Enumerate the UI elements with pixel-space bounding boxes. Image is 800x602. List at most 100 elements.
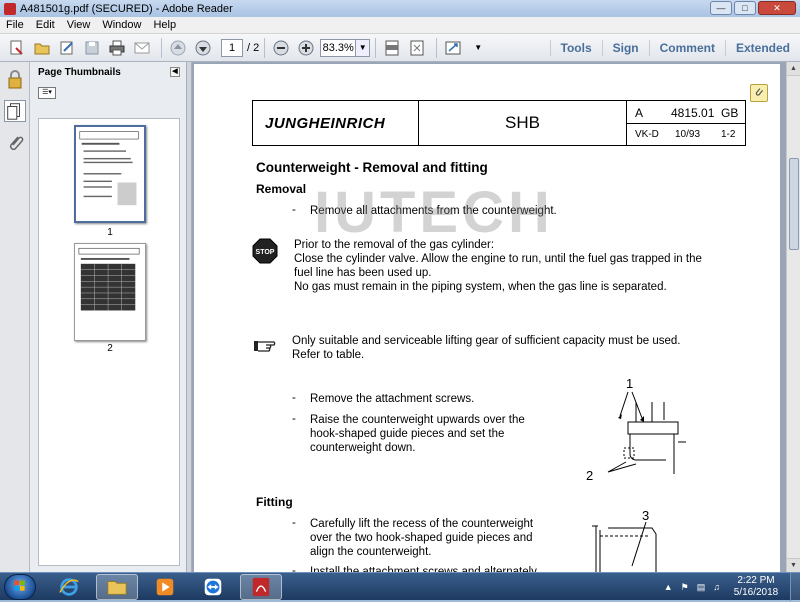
thumbnail-label-2: 2 <box>107 343 113 354</box>
step-raise-line-2: hook-shaped guide pieces and set the <box>310 428 505 440</box>
title-bar: A481501g.pdf (SECURED) - Adobe Reader — … <box>0 0 800 17</box>
teamviewer-icon <box>204 578 222 596</box>
clock-time: 2:22 PM <box>737 575 775 586</box>
options-menu-icon[interactable]: ☰▾ <box>38 87 56 99</box>
previous-page-button[interactable] <box>167 38 189 58</box>
printer-icon <box>109 40 125 55</box>
email-button[interactable] <box>131 38 153 58</box>
zoom-out-button[interactable] <box>270 38 292 58</box>
toolbar-separator <box>161 37 162 58</box>
tray-overflow-icon[interactable]: ▲ <box>664 582 673 592</box>
save-disk-icon <box>85 41 99 54</box>
show-desktop-button[interactable] <box>790 573 800 601</box>
page-total: / 2 <box>247 41 260 54</box>
fit-page-button[interactable] <box>406 38 428 58</box>
toolbar-options-button[interactable]: ▼ <box>467 38 489 58</box>
next-page-button[interactable] <box>192 38 214 58</box>
scroll-thumb[interactable] <box>789 158 799 250</box>
fullscreen-button[interactable] <box>442 38 464 58</box>
figure-label-3: 3 <box>642 508 649 523</box>
edit-button[interactable] <box>56 38 78 58</box>
note-line-1: Only suitable and serviceable lifting ge… <box>292 335 681 347</box>
bullet-dash: - <box>292 204 296 216</box>
page-thumbnails-panel: Page Thumbnails ◀ ☰▾ 1 2 <box>30 62 186 572</box>
document-revision: 1-2 <box>721 129 736 140</box>
clock[interactable]: 2:22 PM 5/16/2018 <box>728 575 784 599</box>
folder-icon <box>107 581 127 595</box>
thumbnail-label-1: 1 <box>107 227 113 238</box>
stop-line-4: No gas must remain in the piping system,… <box>294 281 667 293</box>
step-raise-line-3: counterweight down. <box>310 442 416 454</box>
menu-help[interactable]: Help <box>153 19 176 31</box>
zoom-dropdown-icon[interactable]: ▼ <box>356 38 371 57</box>
close-button[interactable]: ✕ <box>758 1 796 15</box>
window-title: A481501g.pdf (SECURED) - Adobe Reader <box>20 2 233 15</box>
minimize-button[interactable]: — <box>710 1 732 15</box>
thumbnail-page-1[interactable] <box>74 125 146 223</box>
page-number-input[interactable]: 1 <box>221 38 243 57</box>
extended-link[interactable]: Extended <box>724 40 800 56</box>
document-code-row: A 4815.01 GB <box>627 101 745 124</box>
taskbar-adobe-reader[interactable] <box>240 574 282 600</box>
open-button[interactable] <box>31 38 53 58</box>
step-raise-line-1: Raise the counterweight upwards over the <box>310 414 525 426</box>
arrow-down-icon <box>195 40 211 55</box>
step-lift-line-2: over the two hook-shaped guide pieces an… <box>310 532 533 544</box>
vertical-scrollbar[interactable]: ▲ ▼ <box>786 62 800 572</box>
comment-link[interactable]: Comment <box>648 40 725 56</box>
action-center-flag-icon[interactable]: ⚑ <box>681 582 689 593</box>
sign-link[interactable]: Sign <box>601 40 649 56</box>
fit-width-button[interactable] <box>381 38 403 58</box>
arrow-up-icon <box>170 40 186 55</box>
removal-heading: Removal <box>256 182 307 196</box>
step-lift-line-1: Carefully lift the recess of the counter… <box>310 518 534 530</box>
taskbar-file-explorer[interactable] <box>96 574 138 600</box>
network-icon[interactable]: ▤ <box>697 582 706 593</box>
start-button[interactable] <box>4 574 36 600</box>
panel-header: Page Thumbnails ◀ <box>30 62 186 82</box>
lock-icon[interactable] <box>4 68 26 90</box>
zoom-level-input[interactable]: 83.3% <box>320 38 357 57</box>
thumbnail-page-2[interactable] <box>74 243 146 341</box>
tools-link[interactable]: Tools <box>549 40 602 56</box>
thumbnail-options: ☰▾ <box>30 82 186 104</box>
taskbar-media-player[interactable] <box>144 574 186 600</box>
taskbar-teamviewer[interactable] <box>192 574 234 600</box>
print-button[interactable] <box>106 38 128 58</box>
scroll-up-icon[interactable]: ▲ <box>787 62 800 76</box>
toolbar-separator <box>436 37 438 58</box>
vk-code: VK-D <box>635 129 659 140</box>
document-date: 10/93 <box>675 129 701 140</box>
zoom-in-button[interactable] <box>295 38 317 58</box>
step-remove-screws: Remove the attachment screws. <box>310 393 475 405</box>
toolbar-separator <box>264 37 266 58</box>
attachments-paperclip-icon[interactable] <box>4 132 26 154</box>
pointing-hand-icon <box>254 341 276 352</box>
fit-page-icon <box>410 40 424 55</box>
fitting-heading: Fitting <box>256 495 293 509</box>
create-pdf-button[interactable] <box>6 38 28 58</box>
taskbar-internet-explorer[interactable] <box>48 574 90 600</box>
task-pane-links: Tools Sign Comment Extended <box>549 34 800 62</box>
adobe-reader-icon <box>252 577 270 597</box>
menu-edit[interactable]: Edit <box>36 19 55 31</box>
menu-view[interactable]: View <box>67 19 91 31</box>
page-thumbnails-icon[interactable] <box>3 100 26 122</box>
maximize-button[interactable]: □ <box>734 1 756 15</box>
volume-icon[interactable]: ♫ <box>713 582 720 592</box>
stop-line-3: fuel line has been used up. <box>294 267 432 279</box>
adobe-reader-icon <box>4 2 16 15</box>
system-tray: ▲ ⚑ ▤ ♫ 2:22 PM 5/16/2018 <box>664 573 800 601</box>
bullet-dash: - <box>292 413 296 425</box>
section-heading: Counterweight - Removal and fitting <box>256 160 488 175</box>
navigation-strip <box>0 62 30 572</box>
zoom-out-icon <box>273 40 289 55</box>
fit-width-icon <box>385 40 399 55</box>
attachment-clip-icon[interactable] <box>750 84 768 102</box>
menu-file[interactable]: File <box>6 19 24 31</box>
scroll-down-icon[interactable]: ▼ <box>787 558 800 572</box>
collapse-panel-icon[interactable]: ◀ <box>170 67 180 77</box>
save-button[interactable] <box>81 38 103 58</box>
menu-window[interactable]: Window <box>102 19 141 31</box>
toolbar-separator <box>375 37 377 58</box>
